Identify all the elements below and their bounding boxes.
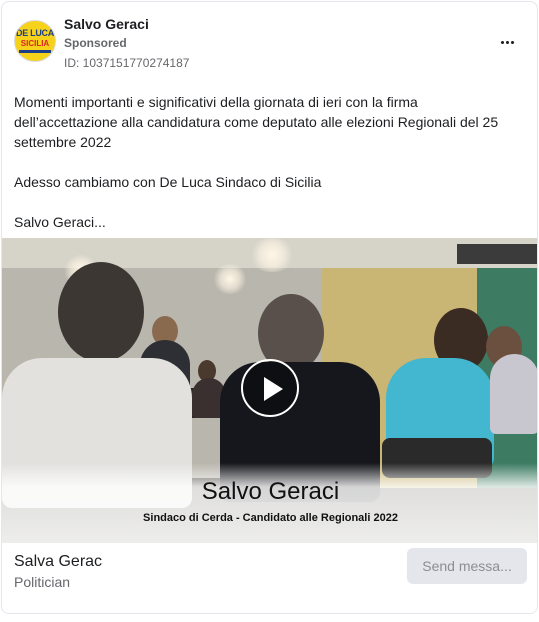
video-player[interactable]: Salvo Geraci Sindaco di Cerda - Candidat…: [2, 238, 537, 543]
video-title: Salvo Geraci: [201, 478, 340, 505]
post-paragraph: Momenti importanti e significativi della…: [14, 94, 499, 150]
avatar-logo-bar: [19, 50, 51, 53]
more-dot: [500, 40, 504, 44]
page-name-link[interactable]: Salvo Geraci: [64, 16, 149, 32]
more-dot: [510, 40, 514, 44]
play-icon[interactable]: [241, 359, 299, 417]
scene-ceiling-light: [212, 264, 248, 294]
sponsored-label: Sponsored: [64, 36, 127, 50]
post-header: DE LUCA SICILIA Salvo Geraci Sponsored I…: [2, 2, 537, 82]
scene-person: [58, 262, 144, 362]
post-paragraph-truncated[interactable]: Salvo Geraci...: [14, 212, 514, 232]
scene-person: [490, 354, 537, 434]
video-subtitle: Sindaco di Cerda - Candidato alle Region…: [143, 512, 398, 524]
page-avatar[interactable]: DE LUCA SICILIA: [14, 20, 56, 62]
footer-page-category: Politician: [14, 574, 71, 590]
send-message-button[interactable]: Send messa...: [407, 548, 527, 584]
more-options-icon[interactable]: [493, 32, 521, 52]
footer-page-name[interactable]: Salva Gerac: [14, 553, 102, 571]
ad-footer: Salva Gerac Politician Send messa...: [2, 543, 537, 613]
avatar-logo-line1: DE LUCA: [16, 28, 54, 38]
scene-ceiling-light: [248, 238, 296, 272]
ad-card: DE LUCA SICILIA Salvo Geraci Sponsored I…: [1, 1, 538, 614]
ad-id-label: ID: 1037151770274187: [64, 56, 190, 70]
post-body-text: Momenti importanti e significativi della…: [14, 92, 514, 232]
scene-vent: [457, 244, 537, 264]
post-paragraph: Adesso cambiamo con De Luca Sindaco di S…: [14, 174, 322, 190]
play-triangle: [264, 377, 283, 401]
more-dot: [505, 40, 509, 44]
avatar-logo-line2: SICILIA: [20, 39, 50, 48]
